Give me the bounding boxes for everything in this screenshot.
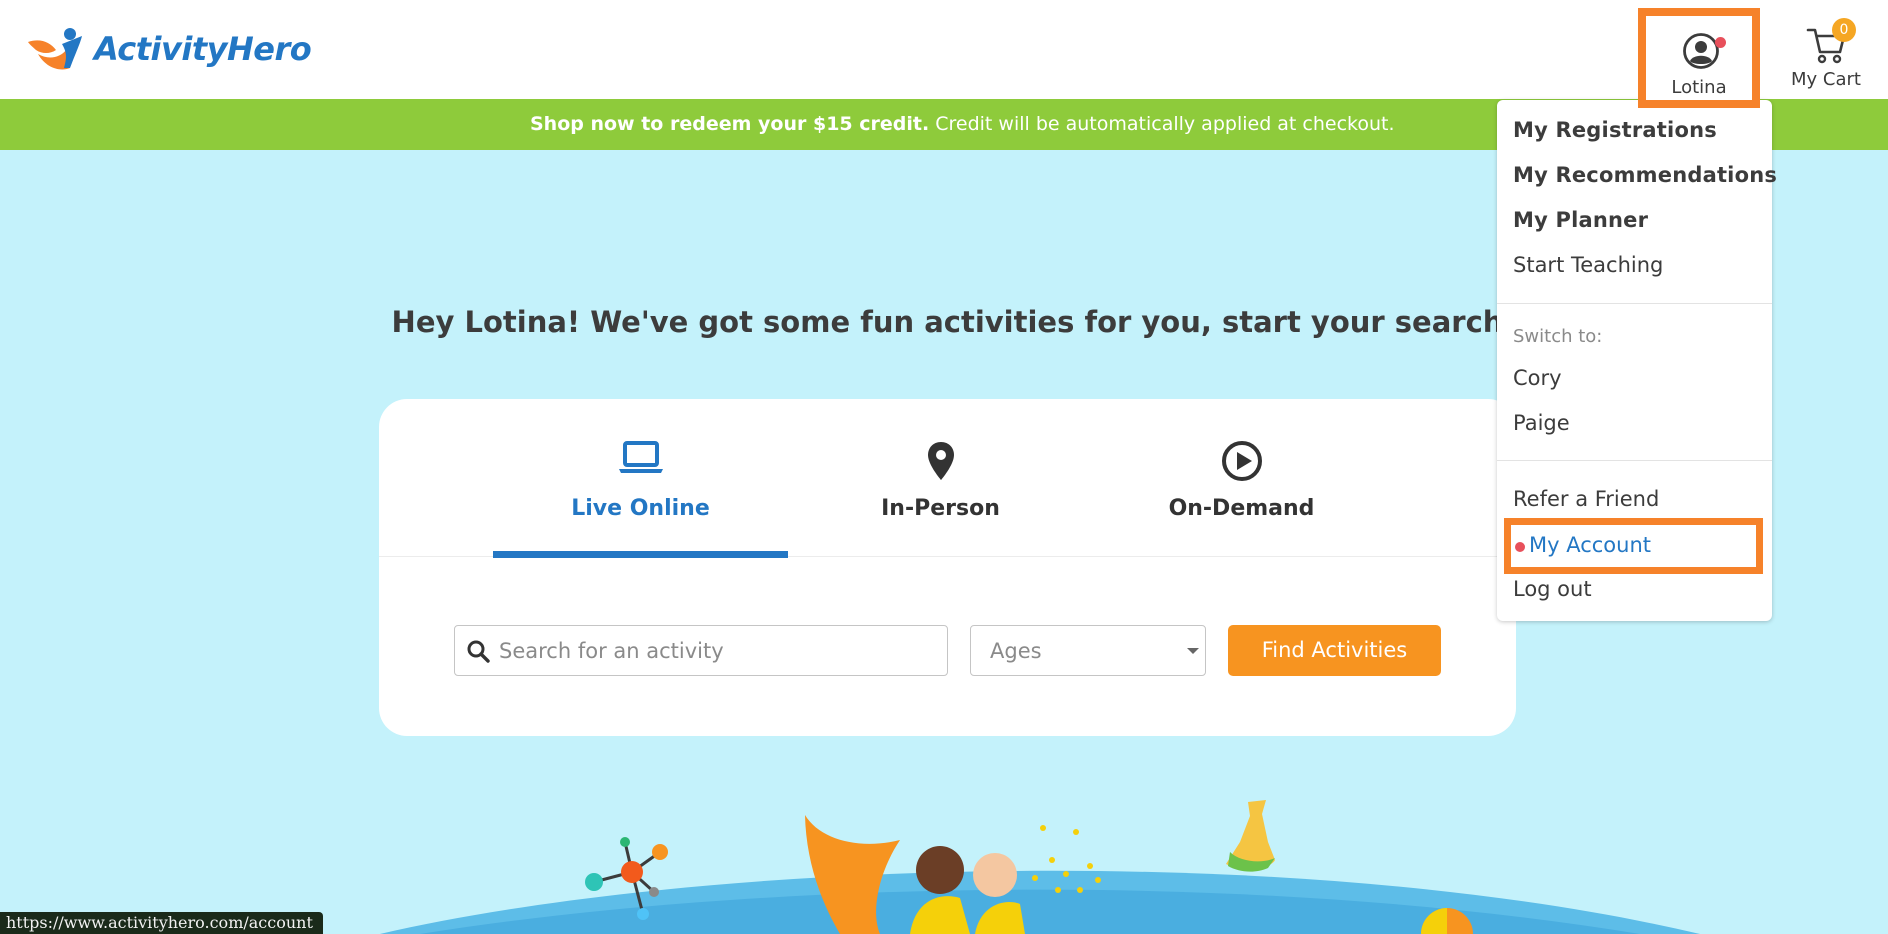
activity-type-tabs: Live Online In-Person On-Demand (379, 399, 1516, 558)
cart-count-badge: 0 (1832, 18, 1856, 42)
banner-strong-text: Shop now to redeem your $15 credit. (530, 113, 930, 135)
menu-item-switch-paige[interactable]: Paige (1513, 411, 1570, 435)
laptop-icon (618, 441, 663, 473)
hero-logo-icon (28, 28, 82, 70)
switch-to-label: Switch to: (1513, 326, 1603, 347)
menu-item-my-account[interactable]: My Account (1504, 518, 1763, 574)
menu-item-start-teaching[interactable]: Start Teaching (1513, 253, 1663, 277)
menu-divider (1497, 303, 1772, 304)
activityhero-logo[interactable]: ActivityHero (26, 24, 312, 74)
tab-live-online[interactable]: Live Online (493, 399, 788, 558)
user-name: Lotina (1671, 77, 1727, 98)
user-avatar-icon (1683, 33, 1719, 69)
ages-select[interactable]: Ages (970, 625, 1206, 676)
banner-text: Credit will be automatically applied at … (929, 113, 1395, 135)
menu-item-switch-cory[interactable]: Cory (1513, 366, 1562, 390)
menu-item-my-planner[interactable]: My Planner (1513, 208, 1648, 232)
search-input[interactable] (499, 626, 939, 675)
hero-illustration (380, 800, 1700, 934)
my-account-label: My Account (1529, 533, 1652, 557)
chevron-down-icon (1187, 648, 1199, 654)
tab-on-demand[interactable]: On-Demand (1094, 399, 1389, 557)
menu-item-my-registrations[interactable]: My Registrations (1513, 118, 1717, 142)
notification-dot (1715, 37, 1726, 48)
tab-label: Live Online (571, 496, 710, 521)
site-header: ActivityHero 0 My Cart (0, 0, 1888, 99)
cart-label: My Cart (1791, 69, 1861, 90)
activity-search-field[interactable] (454, 625, 948, 676)
logo-wordmark: ActivityHero (94, 30, 312, 68)
status-bar-url: https://www.activityhero.com/account (0, 912, 323, 934)
my-cart-button[interactable]: 0 My Cart (1786, 18, 1866, 93)
play-circle-icon (1221, 441, 1262, 481)
menu-item-refer-a-friend[interactable]: Refer a Friend (1513, 487, 1659, 511)
notification-dot (1515, 542, 1525, 552)
menu-divider (1497, 460, 1772, 461)
tab-label: In-Person (881, 496, 1000, 521)
user-menu-button[interactable]: Lotina (1638, 8, 1760, 108)
ages-value: Ages (990, 639, 1042, 663)
tab-label: On-Demand (1168, 496, 1315, 521)
find-activities-button[interactable]: Find Activities (1228, 625, 1441, 676)
tab-in-person[interactable]: In-Person (793, 399, 1088, 557)
search-card: Live Online In-Person On-Demand Search f… (379, 399, 1516, 736)
map-pin-icon (927, 442, 954, 480)
menu-item-my-recommendations[interactable]: My Recommendations (1513, 163, 1777, 187)
menu-item-log-out[interactable]: Log out (1513, 577, 1592, 601)
search-icon (467, 640, 490, 663)
